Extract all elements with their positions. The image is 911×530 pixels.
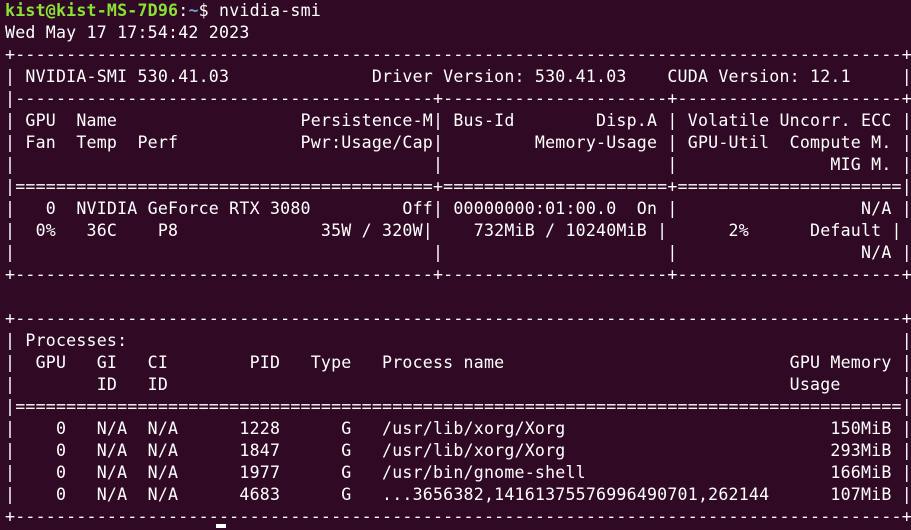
output-line: +---------------------------------------… (5, 507, 911, 526)
output-line: | 0 N/A N/A 1228 G /usr/lib/xorg/Xorg 15… (5, 419, 911, 438)
output-line: |=======================================… (5, 397, 911, 416)
text-cursor (216, 524, 226, 528)
output-line: | | | MIG M. | (5, 155, 911, 174)
prompt-user-host: kist@kist-MS-7D96 (5, 1, 179, 20)
prompt-separator: : (178, 1, 189, 20)
output-line: | 0 N/A N/A 1977 G /usr/bin/gnome-shell … (5, 463, 911, 482)
terminal-window[interactable]: kist@kist-MS-7D96:~$ nvidia-smi Wed May … (0, 0, 911, 530)
output-line: | Fan Temp Perf Pwr:Usage/Cap| Memory-Us… (5, 133, 911, 152)
output-line: |---------------------------------------… (5, 89, 911, 108)
output-line: | | | N/A | (5, 243, 911, 262)
output-line: | ID ID Usage | (5, 375, 911, 394)
output-line: | 0 N/A N/A 4683 G ...3656382,1416137557… (5, 485, 911, 504)
prompt-path: ~ (188, 1, 199, 20)
output-line: | GPU Name Persistence-M| Bus-Id Disp.A … (5, 111, 911, 130)
date-line: Wed May 17 17:54:42 2023 (5, 23, 250, 42)
output-line: | GPU GI CI PID Type Process name GPU Me… (5, 353, 911, 372)
output-line: | NVIDIA-SMI 530.41.03 Driver Version: 5… (5, 67, 911, 86)
output-line: +---------------------------------------… (5, 265, 911, 284)
output-line: | Processes: | (5, 331, 911, 350)
prompt-command: nvidia-smi (208, 1, 321, 20)
output-line: +---------------------------------------… (5, 309, 911, 328)
prompt-symbol: $ (198, 1, 209, 20)
output-line: |=======================================… (5, 177, 911, 196)
output-line: | 0 N/A N/A 1847 G /usr/lib/xorg/Xorg 29… (5, 441, 911, 460)
output-line: +---------------------------------------… (5, 45, 911, 64)
output-line: | 0 NVIDIA GeForce RTX 3080 Off| 0000000… (5, 199, 911, 218)
output-line: | 0% 36C P8 35W / 320W| 732MiB / 10240Mi… (5, 221, 902, 240)
command-prompt-line: kist@kist-MS-7D96:~$ nvidia-smi (5, 0, 911, 22)
